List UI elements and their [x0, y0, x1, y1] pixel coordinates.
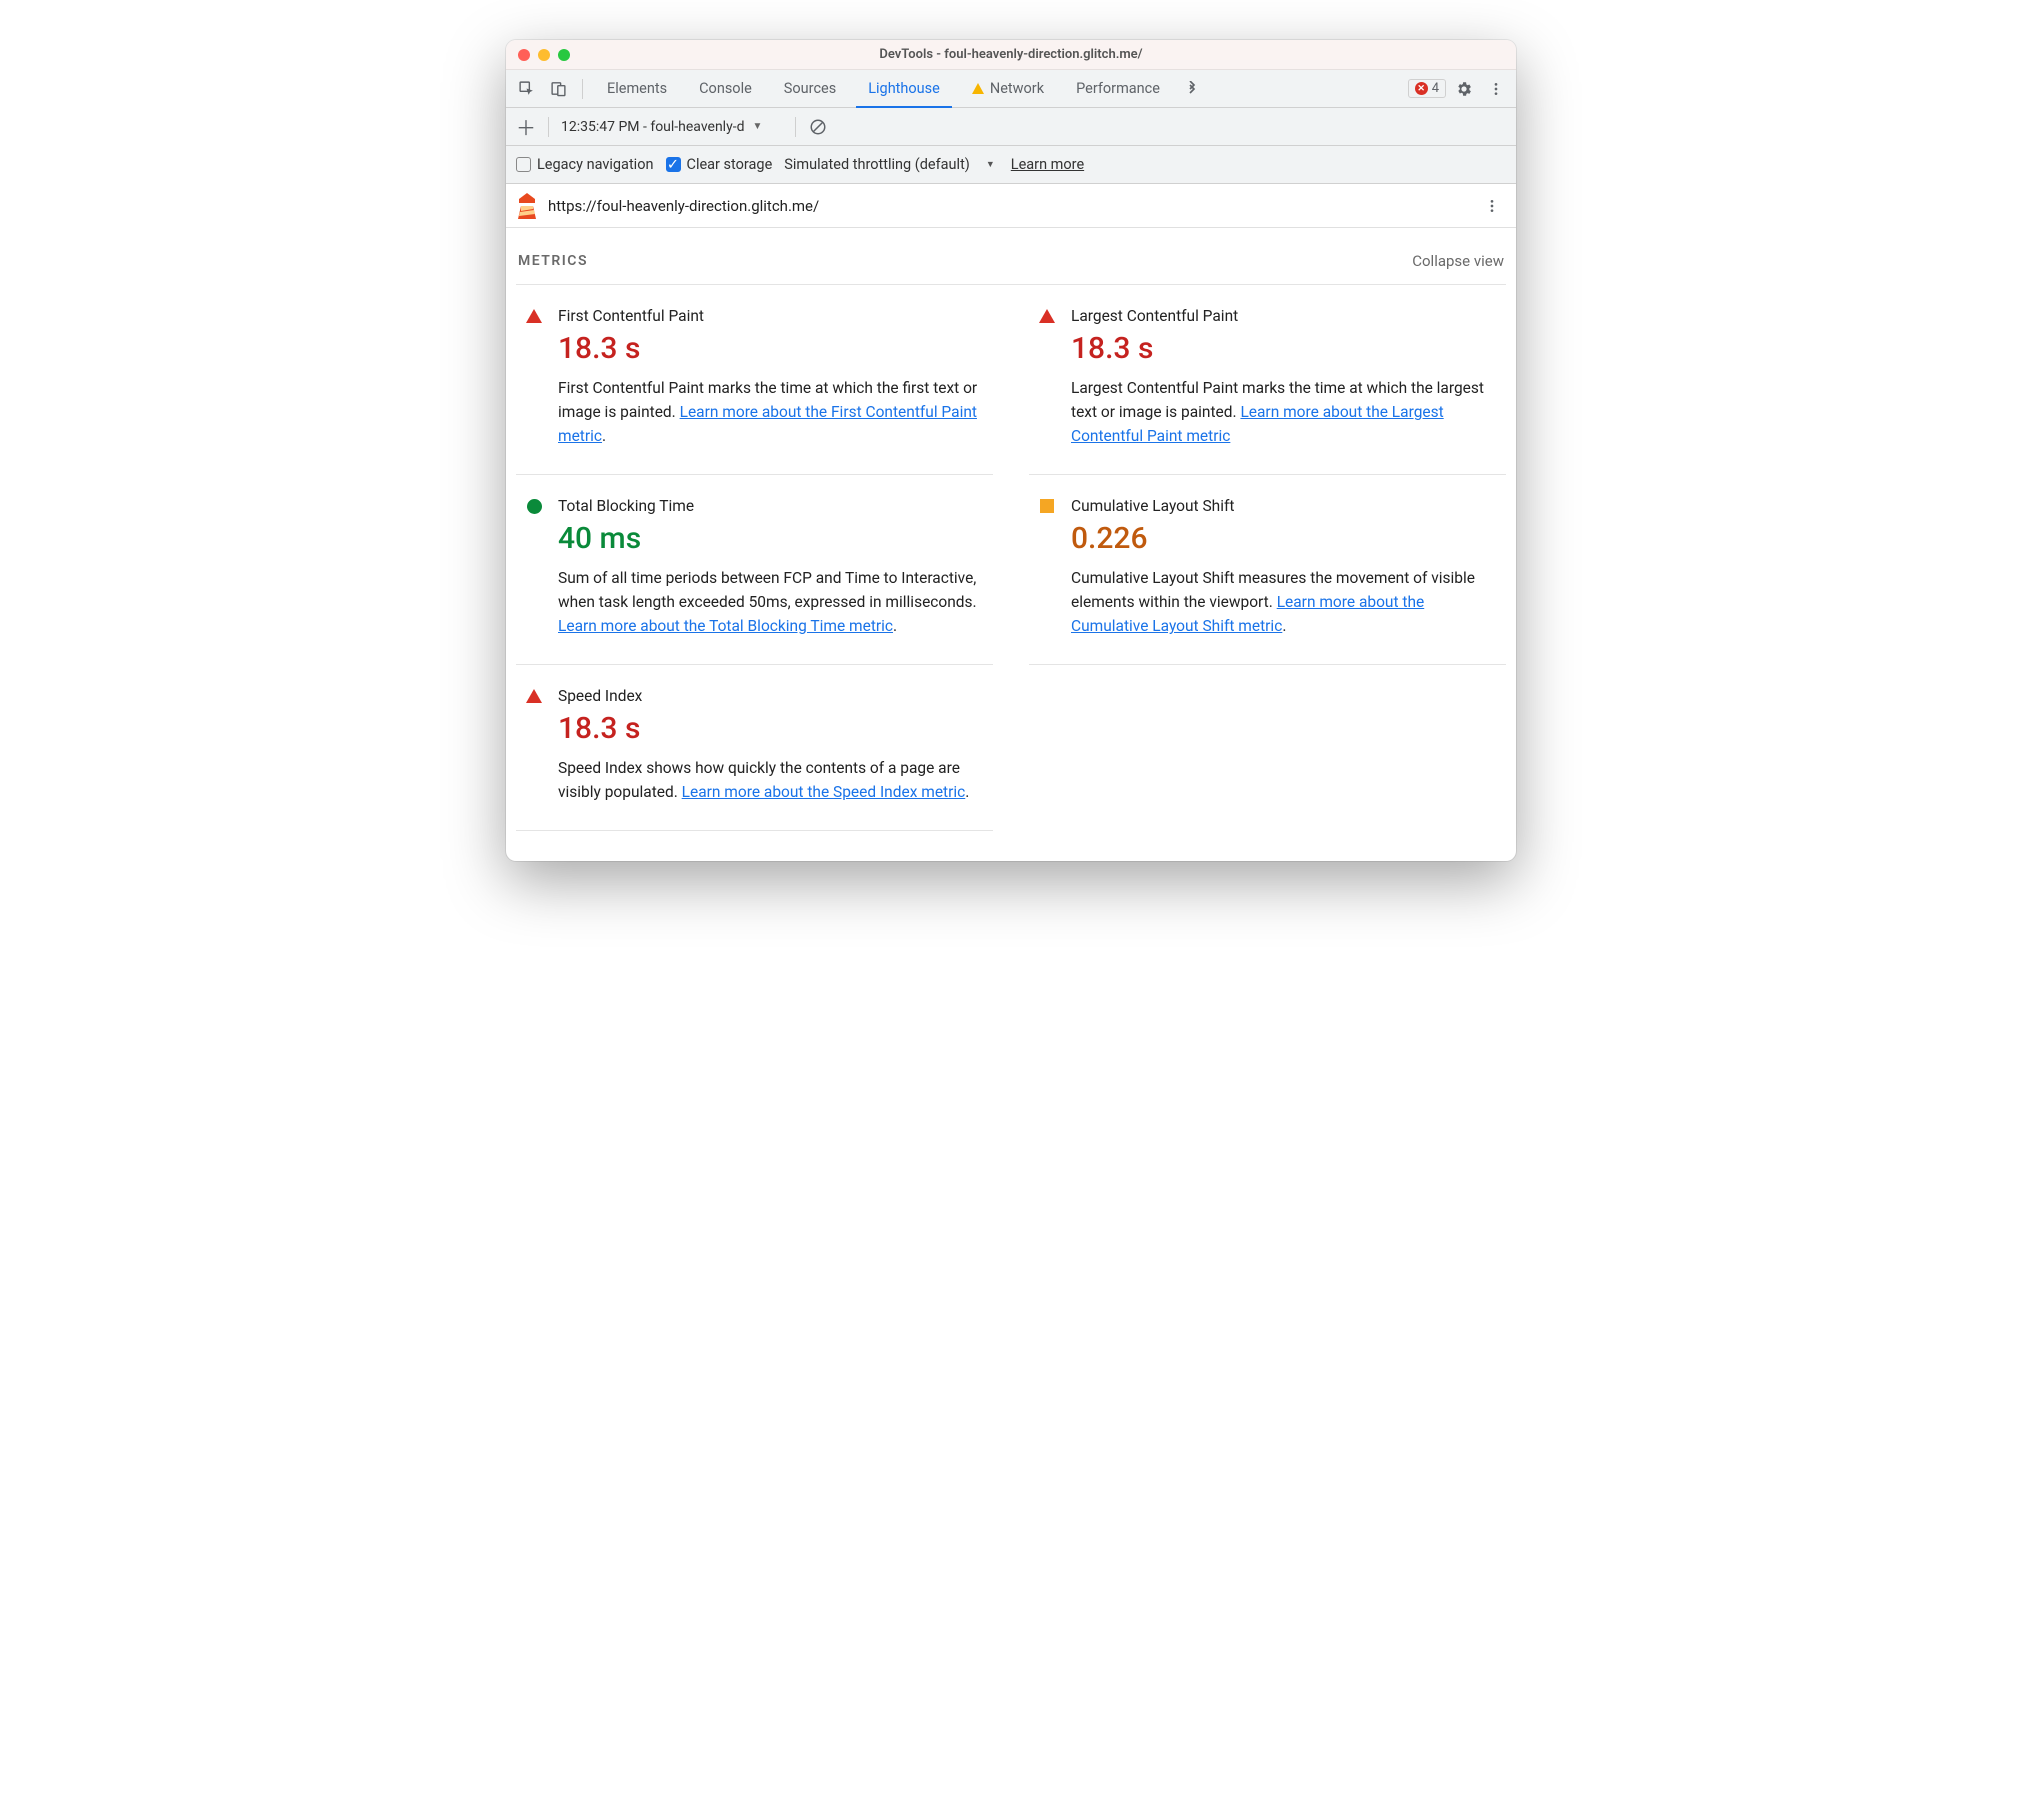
metric-learn-more-link[interactable]: Learn more about the Speed Index metric — [682, 783, 966, 801]
tab-sources[interactable]: Sources — [770, 70, 850, 108]
metric-learn-more-link[interactable]: Learn more about the Total Blocking Time… — [558, 617, 893, 635]
metric-card: Cumulative Layout Shift 0.226 Cumulative… — [1029, 475, 1506, 665]
metric-name: Speed Index — [558, 687, 985, 705]
metric-value: 40 ms — [558, 521, 985, 556]
tab-console[interactable]: Console — [685, 70, 766, 108]
metric-value: 0.226 — [1071, 521, 1498, 556]
metric-status — [524, 687, 544, 804]
devtools-tabstrip: Elements Console Sources Lighthouse Netw… — [506, 70, 1516, 108]
report-timestamp: 12:35:47 PM - foul-heavenly-d — [561, 119, 744, 135]
titlebar: DevTools - foul-heavenly-direction.glitc… — [506, 40, 1516, 70]
report-url: https://foul-heavenly-direction.glitch.m… — [548, 197, 819, 215]
metric-description: Sum of all time periods between FCP and … — [558, 566, 985, 638]
metric-status — [524, 307, 544, 448]
metric-value: 18.3 s — [1071, 331, 1498, 366]
metrics-section-header: METRICS Collapse view — [516, 246, 1506, 284]
metric-card: Speed Index 18.3 s Speed Index shows how… — [516, 665, 993, 831]
fail-triangle-icon — [526, 689, 542, 703]
pass-circle-icon — [527, 499, 542, 514]
metric-name: Cumulative Layout Shift — [1071, 497, 1498, 515]
dropdown-caret-icon: ▼ — [752, 121, 762, 132]
learn-more-link[interactable]: Learn more — [1011, 156, 1084, 173]
console-errors-button[interactable]: ✕ 4 — [1408, 79, 1446, 98]
metric-description: First Contentful Paint marks the time at… — [558, 376, 985, 448]
tab-lighthouse[interactable]: Lighthouse — [854, 70, 954, 108]
metric-learn-more-link[interactable]: Learn more about the Largest Contentful … — [1071, 403, 1444, 445]
metric-description: Speed Index shows how quickly the conten… — [558, 756, 985, 804]
metric-learn-more-link[interactable]: Learn more about the First Contentful Pa… — [558, 403, 977, 445]
lighthouse-options: Legacy navigation ✓ Clear storage Simula… — [506, 146, 1516, 184]
checkbox-icon — [516, 157, 531, 172]
clear-storage-option[interactable]: ✓ Clear storage — [666, 156, 773, 173]
metrics-grid: First Contentful Paint 18.3 s First Cont… — [516, 284, 1506, 831]
more-tabs-icon[interactable] — [1178, 75, 1206, 103]
devtools-window: DevTools - foul-heavenly-direction.glitc… — [506, 40, 1516, 861]
error-count: 4 — [1432, 81, 1439, 96]
inspect-element-icon[interactable] — [512, 75, 540, 103]
checkbox-checked-icon: ✓ — [666, 157, 681, 172]
metric-body: First Contentful Paint 18.3 s First Cont… — [558, 307, 985, 448]
metric-value: 18.3 s — [558, 331, 985, 366]
metric-name: Largest Contentful Paint — [1071, 307, 1498, 325]
dropdown-caret-icon: ▼ — [986, 159, 995, 170]
new-report-button[interactable]: ＋ — [512, 113, 540, 141]
metric-status — [1037, 497, 1057, 638]
tab-elements[interactable]: Elements — [593, 70, 681, 108]
metric-body: Speed Index 18.3 s Speed Index shows how… — [558, 687, 985, 804]
metric-learn-more-link[interactable]: Learn more about the Cumulative Layout S… — [1071, 593, 1424, 635]
section-title: METRICS — [518, 253, 588, 269]
clear-report-icon[interactable] — [804, 113, 832, 141]
metric-card: Largest Contentful Paint 18.3 s Largest … — [1029, 285, 1506, 475]
fail-triangle-icon — [526, 309, 542, 323]
lighthouse-report: METRICS Collapse view First Contentful P… — [506, 228, 1516, 861]
metric-name: First Contentful Paint — [558, 307, 985, 325]
metric-description: Largest Contentful Paint marks the time … — [1071, 376, 1498, 448]
error-circle-icon: ✕ — [1415, 82, 1428, 95]
divider — [582, 79, 583, 99]
lighthouse-logo-icon — [516, 193, 538, 219]
minimize-window-button[interactable] — [538, 49, 550, 61]
fail-triangle-icon — [1039, 309, 1055, 323]
report-selector[interactable]: 12:35:47 PM - foul-heavenly-d ▼ — [557, 119, 787, 135]
metric-name: Total Blocking Time — [558, 497, 985, 515]
window-controls — [506, 49, 570, 61]
settings-gear-icon[interactable] — [1450, 75, 1478, 103]
maximize-window-button[interactable] — [558, 49, 570, 61]
tab-network[interactable]: Network — [958, 70, 1058, 108]
metric-card: First Contentful Paint 18.3 s First Cont… — [516, 285, 993, 475]
metric-status — [524, 497, 544, 638]
legacy-navigation-option[interactable]: Legacy navigation — [516, 156, 654, 173]
metric-body: Cumulative Layout Shift 0.226 Cumulative… — [1071, 497, 1498, 638]
device-toolbar-icon[interactable] — [544, 75, 572, 103]
lighthouse-toolbar: ＋ 12:35:47 PM - foul-heavenly-d ▼ — [506, 108, 1516, 146]
close-window-button[interactable] — [518, 49, 530, 61]
empty-cell — [1029, 665, 1506, 831]
metric-status — [1037, 307, 1057, 448]
window-title: DevTools - foul-heavenly-direction.glitc… — [506, 47, 1516, 62]
metric-body: Total Blocking Time 40 ms Sum of all tim… — [558, 497, 985, 638]
report-url-row: https://foul-heavenly-direction.glitch.m… — [506, 184, 1516, 228]
metric-value: 18.3 s — [558, 711, 985, 746]
throttling-selector[interactable]: Simulated throttling (default) — [784, 156, 970, 173]
average-square-icon — [1040, 499, 1054, 513]
warning-icon — [972, 83, 984, 94]
metric-body: Largest Contentful Paint 18.3 s Largest … — [1071, 307, 1498, 448]
metric-card: Total Blocking Time 40 ms Sum of all tim… — [516, 475, 993, 665]
kebab-menu-icon[interactable] — [1482, 75, 1510, 103]
collapse-view-button[interactable]: Collapse view — [1412, 252, 1504, 270]
tab-performance[interactable]: Performance — [1062, 70, 1174, 108]
report-menu-icon[interactable] — [1478, 192, 1506, 220]
metric-description: Cumulative Layout Shift measures the mov… — [1071, 566, 1498, 638]
